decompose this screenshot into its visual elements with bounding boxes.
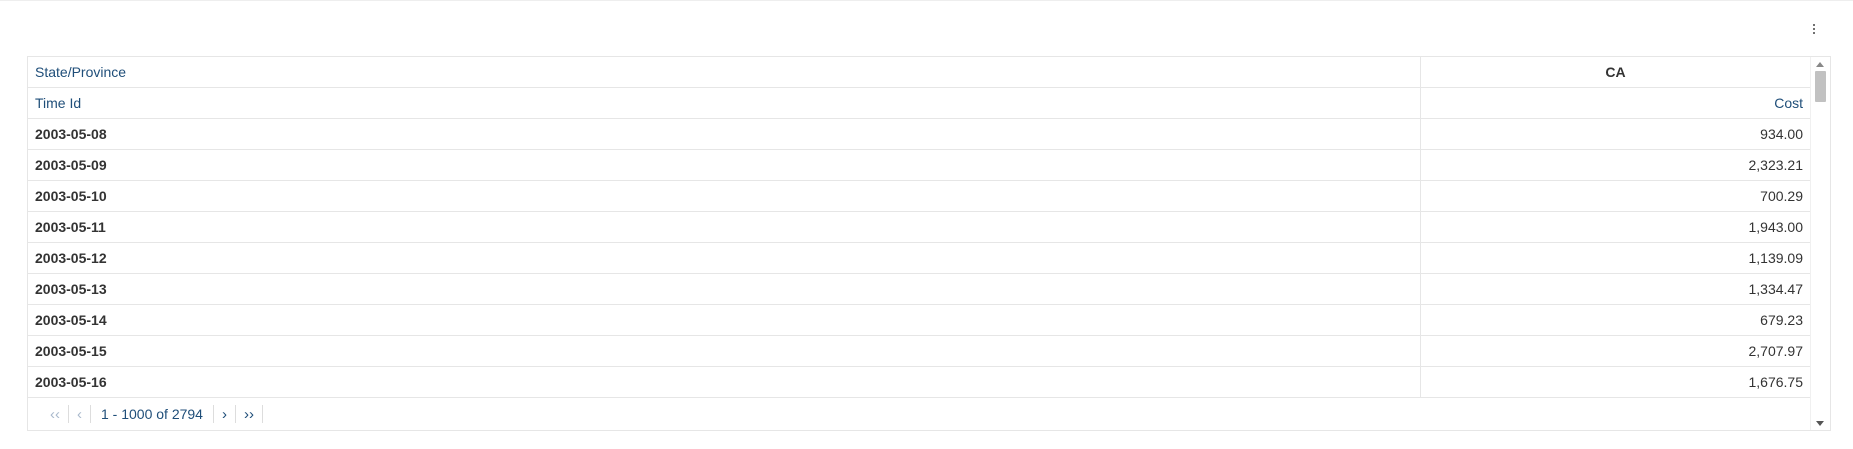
first-page-button[interactable]: ‹‹: [42, 405, 69, 423]
pivot-table: State/Province CA Time Id Cost 2003-05-0…: [27, 56, 1831, 431]
header-row-time: Time Id Cost: [28, 88, 1810, 119]
table-row: 2003-05-09 2,323.21: [28, 150, 1810, 181]
time-id-cell[interactable]: 2003-05-12: [28, 243, 1421, 273]
top-divider: [0, 0, 1853, 1]
table-row: 2003-05-12 1,139.09: [28, 243, 1810, 274]
cost-cell[interactable]: 679.23: [1421, 305, 1810, 335]
time-id-cell[interactable]: 2003-05-11: [28, 212, 1421, 242]
prev-page-button[interactable]: ‹: [69, 405, 91, 423]
table-row: 2003-05-15 2,707.97: [28, 336, 1810, 367]
kebab-dot: [1813, 32, 1815, 34]
scroll-up-arrow-icon[interactable]: [1816, 62, 1824, 67]
time-id-cell[interactable]: 2003-05-09: [28, 150, 1421, 180]
cost-cell[interactable]: 2,707.97: [1421, 336, 1810, 366]
header-row-state: State/Province CA: [28, 57, 1810, 88]
time-id-cell[interactable]: 2003-05-16: [28, 367, 1421, 397]
cost-cell[interactable]: 1,334.47: [1421, 274, 1810, 304]
kebab-dot: [1813, 24, 1815, 26]
table-body: State/Province CA Time Id Cost 2003-05-0…: [28, 57, 1810, 398]
scrollbar-thumb[interactable]: [1815, 71, 1826, 102]
cost-cell[interactable]: 1,943.00: [1421, 212, 1810, 242]
table-row: 2003-05-13 1,334.47: [28, 274, 1810, 305]
cost-cell[interactable]: 1,676.75: [1421, 367, 1810, 397]
time-id-cell[interactable]: 2003-05-14: [28, 305, 1421, 335]
kebab-dot: [1813, 28, 1815, 30]
table-row: 2003-05-14 679.23: [28, 305, 1810, 336]
kebab-menu-icon[interactable]: [1804, 18, 1824, 40]
header-state-value[interactable]: CA: [1421, 57, 1810, 87]
time-id-cell[interactable]: 2003-05-15: [28, 336, 1421, 366]
cost-cell[interactable]: 934.00: [1421, 119, 1810, 149]
header-state-label[interactable]: State/Province: [28, 57, 1421, 87]
cost-cell[interactable]: 1,139.09: [1421, 243, 1810, 273]
pagination-bar: ‹‹ ‹ 1 - 1000 of 2794 › ››: [28, 398, 1810, 430]
cost-cell[interactable]: 700.29: [1421, 181, 1810, 211]
table-row: 2003-05-16 1,676.75: [28, 367, 1810, 398]
time-id-cell[interactable]: 2003-05-13: [28, 274, 1421, 304]
page-range-label: 1 - 1000 of 2794: [91, 405, 214, 423]
header-time-id-label[interactable]: Time Id: [28, 88, 1421, 118]
header-cost-label[interactable]: Cost: [1421, 88, 1810, 118]
table-row: 2003-05-08 934.00: [28, 119, 1810, 150]
table-row: 2003-05-11 1,943.00: [28, 212, 1810, 243]
cost-cell[interactable]: 2,323.21: [1421, 150, 1810, 180]
last-page-button[interactable]: ››: [236, 405, 263, 423]
vertical-scrollbar[interactable]: [1810, 57, 1830, 430]
next-page-button[interactable]: ›: [214, 405, 236, 423]
scroll-down-arrow-icon[interactable]: [1816, 421, 1824, 426]
table-row: 2003-05-10 700.29: [28, 181, 1810, 212]
data-rows: 2003-05-08 934.00 2003-05-09 2,323.21 2003-0…: [28, 119, 1810, 398]
time-id-cell[interactable]: 2003-05-10: [28, 181, 1421, 211]
time-id-cell[interactable]: 2003-05-08: [28, 119, 1421, 149]
